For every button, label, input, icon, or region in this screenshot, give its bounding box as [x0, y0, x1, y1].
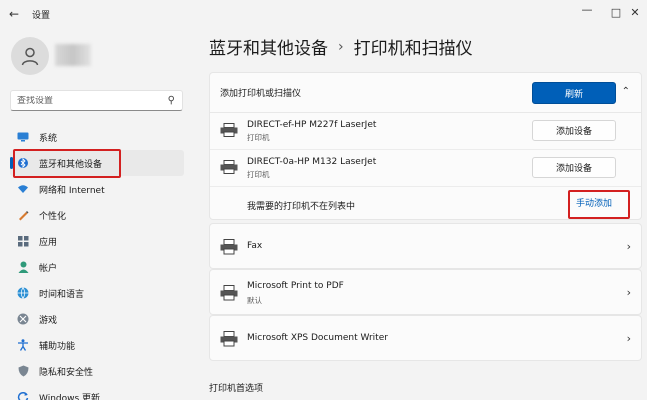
add-device-button[interactable]: 添加设备 — [532, 157, 616, 178]
sidebar-item-apps[interactable]: 应用 — [10, 228, 184, 254]
device-card-fax[interactable]: Fax › — [209, 223, 642, 269]
close-button[interactable]: ✕ — [623, 3, 647, 21]
printer-icon — [220, 331, 238, 347]
update-icon — [16, 390, 30, 400]
breadcrumb: 蓝牙和其他设备 › 打印机和扫描仪 — [209, 34, 473, 60]
highlight-box-bluetooth — [13, 149, 121, 178]
not-listed-text: 我需要的打印机不在列表中 — [247, 202, 356, 212]
sidebar-item-label: 系统 — [39, 133, 58, 144]
device-card-xps-writer[interactable]: Microsoft XPS Document Writer › — [209, 315, 642, 361]
person-icon — [16, 260, 30, 274]
sidebar-item-personalization[interactable]: 个性化 — [10, 202, 184, 228]
fax-icon — [220, 239, 238, 255]
add-printer-header[interactable]: 添加打印机或扫描仪 刷新 ⌃ — [210, 73, 641, 113]
sidebar-item-windows-update[interactable]: Windows 更新 — [10, 384, 184, 400]
blurred-user-name — [55, 44, 91, 66]
printer-name: DIRECT-0a-HP M132 LaserJet — [247, 157, 377, 167]
device-status: 默认 — [247, 296, 262, 305]
sidebar-item-label: 网络和 Internet — [39, 185, 105, 196]
sidebar-item-privacy[interactable]: 隐私和安全性 — [10, 358, 184, 384]
back-arrow-icon[interactable]: ← — [6, 6, 22, 22]
found-printer-row: DIRECT-0a-HP M132 LaserJet 打印机 添加设备 — [210, 150, 641, 187]
sidebar-item-time-language[interactable]: 时间和语言 — [10, 280, 184, 306]
breadcrumb-parent[interactable]: 蓝牙和其他设备 — [209, 34, 328, 59]
page-title: 打印机和扫描仪 — [353, 39, 473, 59]
device-card-print-to-pdf[interactable]: Microsoft Print to PDF 默认 › — [209, 269, 642, 315]
printer-icon — [220, 160, 238, 174]
chevron-up-icon[interactable]: ⌃ — [622, 86, 630, 97]
search-input[interactable] — [17, 95, 167, 106]
sidebar-item-gaming[interactable]: 游戏 — [10, 306, 184, 332]
accessibility-icon — [16, 338, 30, 352]
chevron-right-icon: › — [626, 286, 631, 299]
sidebar-item-accessibility[interactable]: 辅助功能 — [10, 332, 184, 358]
avatar[interactable] — [11, 37, 49, 75]
chevron-right-icon: › — [338, 38, 344, 55]
sidebar-item-label: 隐私和安全性 — [39, 367, 94, 378]
sidebar-item-label: 游戏 — [39, 315, 58, 326]
sidebar-item-system[interactable]: 系统 — [10, 124, 184, 150]
printer-type: 打印机 — [247, 133, 270, 142]
settings-search[interactable]: ⚲ — [10, 90, 183, 111]
sidebar-item-label: 时间和语言 — [39, 289, 85, 300]
refresh-button[interactable]: 刷新 — [532, 82, 616, 104]
printer-name: DIRECT-ef-HP M227f LaserJet — [247, 120, 377, 130]
apps-icon — [16, 234, 30, 248]
printer-icon — [220, 123, 238, 137]
device-name: Microsoft Print to PDF — [247, 281, 344, 291]
device-name: Fax — [247, 241, 263, 251]
add-printer-title: 添加打印机或扫描仪 — [220, 89, 302, 99]
window-title: 设置 — [32, 11, 51, 21]
sidebar-item-label: 个性化 — [39, 211, 67, 222]
printer-type: 打印机 — [247, 170, 270, 179]
person-icon — [21, 47, 39, 66]
globe-icon — [16, 286, 30, 300]
highlight-box-add-manually — [568, 190, 630, 219]
sidebar-item-label: 应用 — [39, 237, 58, 248]
sidebar-item-network[interactable]: 网络和 Internet — [10, 176, 184, 202]
title-bar: ← 设置 — □ ✕ — [0, 0, 647, 26]
chevron-right-icon: › — [626, 240, 631, 253]
monitor-icon — [16, 130, 30, 144]
add-device-button[interactable]: 添加设备 — [532, 120, 616, 141]
chevron-right-icon: › — [626, 332, 631, 345]
pen-icon — [16, 208, 30, 222]
sidebar-item-label: 帐户 — [39, 263, 58, 274]
sidebar-item-label: 辅助功能 — [39, 341, 76, 352]
shield-icon — [16, 364, 30, 378]
xbox-icon — [16, 312, 30, 326]
search-icon[interactable]: ⚲ — [168, 95, 175, 106]
found-printer-row: DIRECT-ef-HP M227f LaserJet 打印机 添加设备 — [210, 113, 641, 150]
sidebar-item-label: Windows 更新 — [39, 393, 101, 400]
wifi-icon — [16, 182, 30, 196]
printer-preferences-title: 打印机首选项 — [209, 384, 264, 394]
device-name: Microsoft XPS Document Writer — [247, 333, 388, 343]
sidebar-item-accounts[interactable]: 帐户 — [10, 254, 184, 280]
printer-icon — [220, 285, 238, 301]
